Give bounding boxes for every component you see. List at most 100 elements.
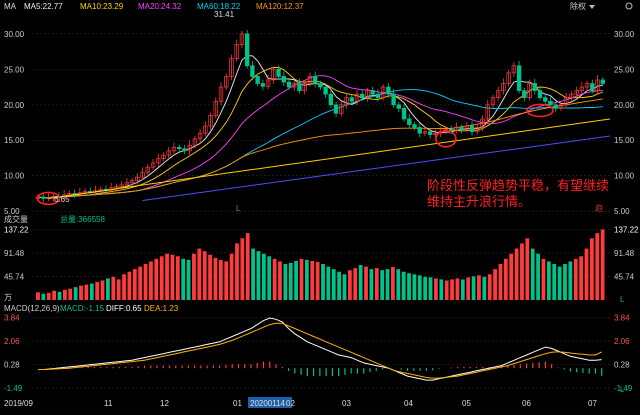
volume-bar [138,266,143,300]
macd-tick-label-right: 2.06 [614,337,630,346]
x-tick-label: 02 [286,399,295,408]
volume-bar [353,268,358,300]
volume-tick-label-right: 45.74 [614,272,635,281]
macd-title: MACD(12,26,9) [4,304,60,313]
volume-tick-label-right: 137.22 [614,225,639,234]
candle-body [532,83,537,91]
x-tick-label: 05 [462,399,471,408]
volume-bar [417,275,422,300]
volume-bar [52,290,57,300]
volume-bar [224,261,229,300]
volume-bar [477,275,481,300]
price-tick-label-left: 15.00 [4,136,25,145]
volume-bar [536,253,540,300]
macd-tick-label-left: 2.06 [4,337,20,346]
volume-bar [116,279,121,300]
candle-body [417,127,422,134]
volume-bar [175,256,180,300]
candle-body [401,107,407,120]
volume-bar [584,248,589,300]
volume-bar [444,280,449,300]
ma10-label: MA10:23.29 [80,2,124,11]
right-label[interactable]: 除权 [570,1,586,11]
volume-bar [589,238,594,300]
volume-bar [595,233,600,300]
price-tick-label-left: 30.00 [4,30,25,39]
volume-bar [364,266,368,300]
volume-bar [272,258,277,300]
volume-bar [407,273,411,300]
volume-tick-label-left: 91.48 [4,249,25,258]
candle-body [255,76,260,84]
macd-tick-label-right: 0.28 [614,361,630,370]
volume-bar [563,264,567,300]
volume-bar [514,248,519,300]
volume-bar [36,292,40,300]
volume-bar [106,278,110,300]
volume-bar [278,261,282,300]
volume-bar [213,257,218,300]
volume-bar [310,260,315,300]
volume-bar [552,264,557,300]
volume-bar [315,261,320,300]
volume-bar [487,274,492,300]
candle-body [360,93,365,99]
watermark-vol: L [620,295,625,304]
candle-body [250,65,255,77]
candle-body [522,90,527,99]
volume-bar [57,291,62,300]
volume-bar [557,266,562,300]
annotation-line-1: 阶段性反弹趋势平稳，有望继续 [427,178,609,193]
dea-value: DEA:1.23 [144,304,179,313]
volume-bar [428,277,433,300]
volume-bar [143,264,148,300]
volume-bar [455,278,460,300]
watermark-right: 趋 [595,203,603,213]
candle-body [469,125,475,133]
volume-tick-label-left: 137.22 [4,225,29,234]
candle-body [428,131,433,135]
watermark-mid: L [236,204,241,213]
volume-bar [63,289,67,300]
volume-bar [493,269,497,300]
volume-bar [525,238,530,300]
watermark-macd: L [620,385,625,394]
min-price-label: 6.65 [54,195,70,204]
volume-bar [251,248,255,300]
candle-body [548,100,553,106]
volume-bar [288,262,293,300]
x-tick-label: 04 [404,399,413,408]
candle-body [312,76,318,84]
candle-body [553,104,558,109]
volume-bar [466,277,471,300]
candle-body [244,33,250,67]
volume-bar [170,254,175,300]
price-tick-label-left: 20.00 [4,101,25,110]
volume-total: 总量:366558 [60,214,105,224]
candle-body [177,146,182,150]
volume-bar [450,279,454,300]
volume-bar [579,256,583,300]
stock-chart: MA MA5:22.77 MA10:23.29 MA20:24.32 MA60:… [0,0,640,410]
volume-bar [202,251,207,300]
volume-bar [374,268,379,300]
x-tick-label: 11 [104,399,113,408]
volume-bar [509,253,514,300]
x-tick-label: 06 [522,399,531,408]
candle-body [537,90,543,99]
candle-body [543,97,548,102]
volume-bar [321,264,325,300]
volume-tick-label-left: 45.74 [4,272,25,281]
volume-bar [240,238,245,300]
volume-bar [434,278,438,300]
volume-bar [369,269,374,300]
volume-bar [520,243,524,300]
candle-body [600,79,605,84]
volume-bar [165,253,169,300]
volume-bar [100,280,105,300]
macd-tick-label-left: 3.84 [4,313,20,322]
candle-body [448,129,454,131]
candle-body [286,81,292,88]
volume-bar [460,279,465,300]
candle-body [370,90,375,95]
